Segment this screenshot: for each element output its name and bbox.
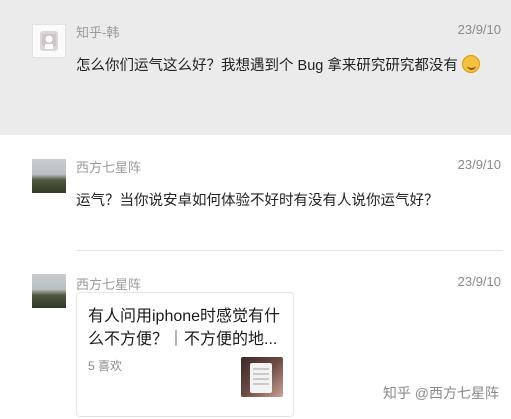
sender-name[interactable]: 西方七星阵 [76,157,141,176]
card-title[interactable]: 有人问用iphone时感觉有什么不方便？｜不方便的地... [88,305,288,351]
avatar[interactable] [32,24,66,58]
divider [76,250,503,251]
watermark: 知乎 @西方七星阵 [382,385,499,401]
zhihu-avatar-icon [40,31,58,51]
grinning-emoji-icon [461,55,480,73]
message-text: 运气？当你说安卓如何体验不好时有没有人说你运气好？ [76,193,439,209]
shared-article-card[interactable]: 有人问用iphone时感觉有什么不方便？｜不方便的地... 5 喜欢 [76,292,294,417]
message-item[interactable]: 知乎-韩 23/9/10 怎么你们运气这么好？我想遇到个 Bug 拿来研究研究都… [0,0,511,135]
phone-screen-icon [250,363,272,393]
avatar[interactable] [32,159,66,193]
avatar[interactable] [32,274,66,308]
card-thumbnail[interactable] [241,357,283,397]
message-time: 23/9/10 [457,22,501,37]
card-likes: 5 喜欢 [88,359,123,373]
message-time: 23/9/10 [457,274,501,289]
message-text-content: 怎么你们运气这么好？我想遇到个 Bug 拿来研究研究都没有 [76,58,458,74]
message-time: 23/9/10 [457,157,501,172]
sender-name[interactable]: 西方七星阵 [76,274,141,293]
message-text: 怎么你们运气这么好？我想遇到个 Bug 拿来研究研究都没有 [76,55,481,77]
sender-name[interactable]: 知乎-韩 [76,22,119,41]
message-item[interactable]: 西方七星阵 23/9/10 运气？当你说安卓如何体验不好时有没有人说你运气好？ [0,135,511,252]
